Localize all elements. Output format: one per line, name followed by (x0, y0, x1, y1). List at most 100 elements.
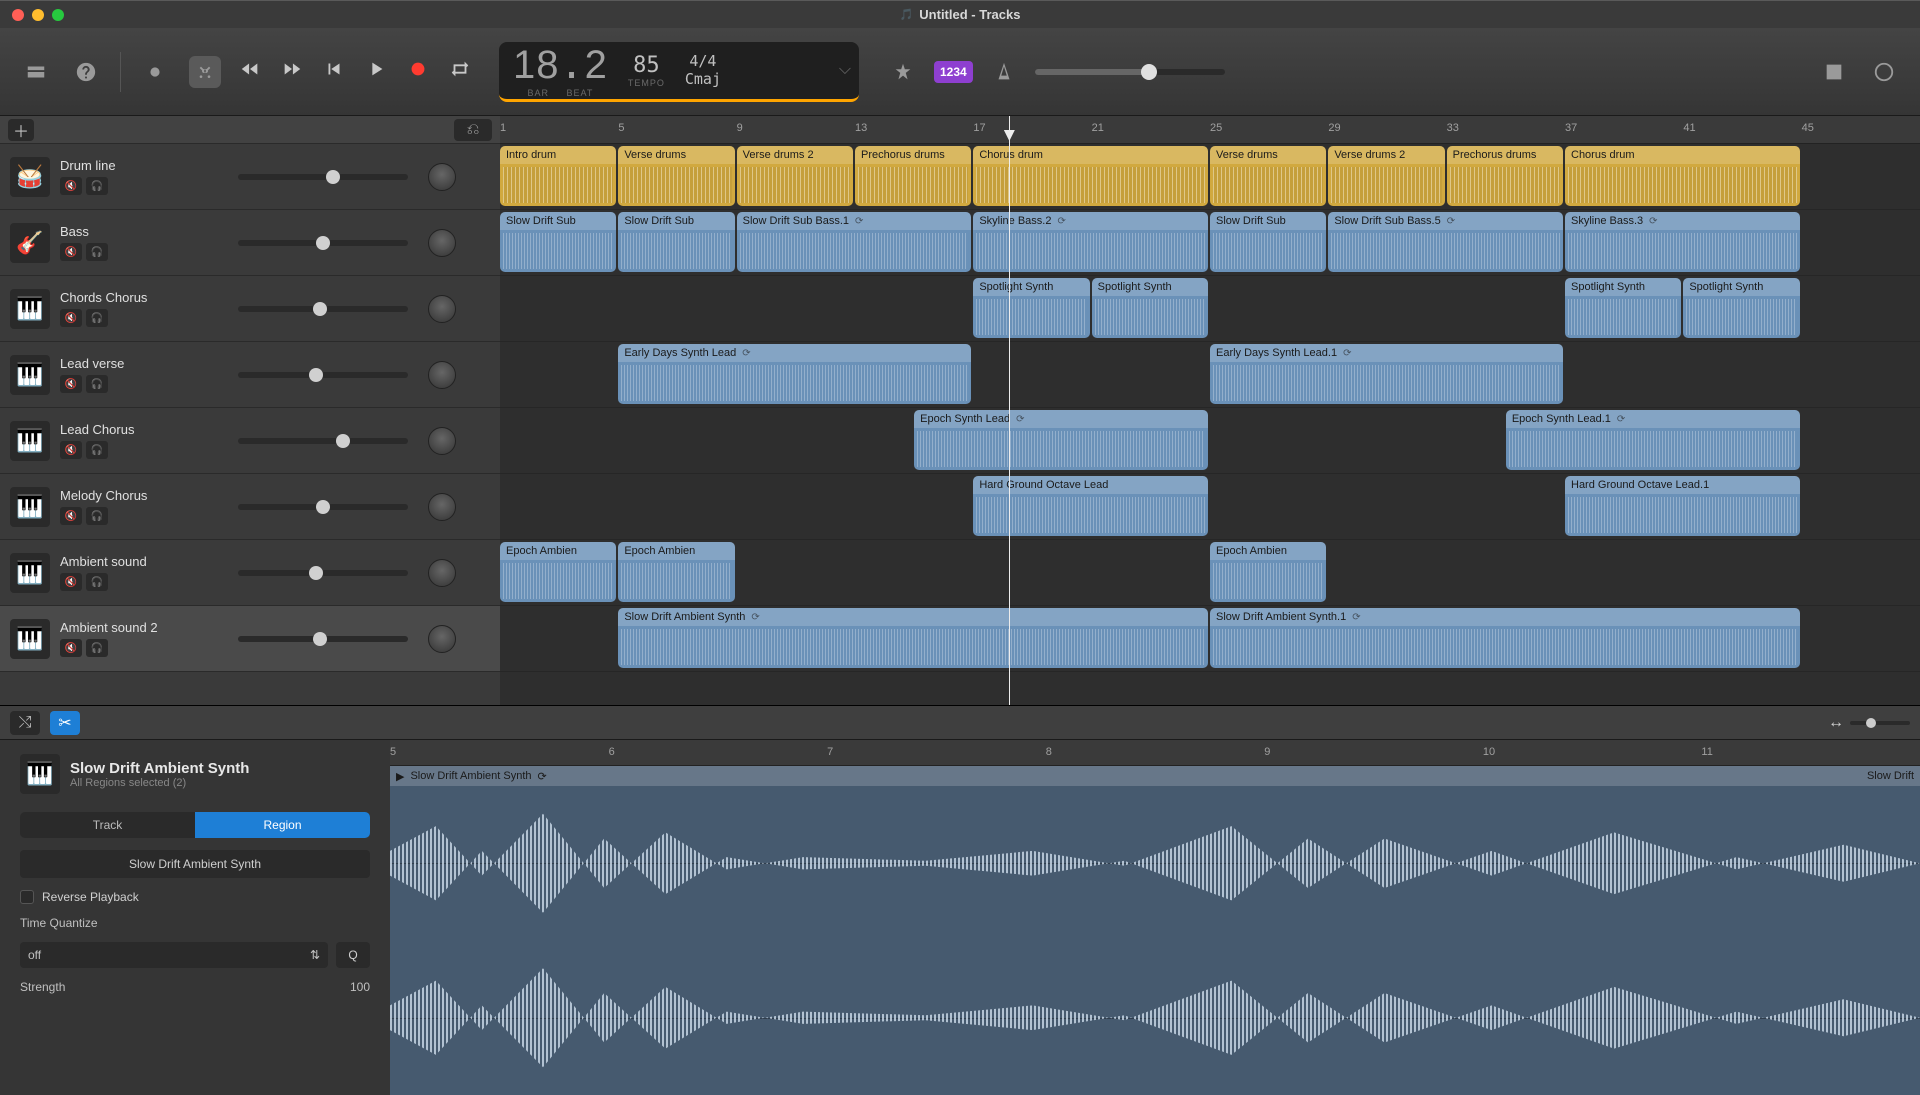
track-header[interactable]: 🎹 Chords Chorus 🔇 🎧 (0, 276, 500, 342)
tuner-icon[interactable] (887, 56, 919, 88)
region[interactable]: Skyline Bass.3 ⟳ (1565, 212, 1800, 272)
track-name[interactable]: Melody Chorus (60, 488, 220, 503)
track-lane[interactable]: Early Days Synth Lead ⟳ Early Days Synth … (500, 342, 1920, 408)
track-volume-slider[interactable] (238, 306, 408, 312)
track-pan-knob[interactable] (428, 361, 456, 389)
region[interactable]: Spotlight Synth (1565, 278, 1681, 338)
brightness-icon[interactable] (139, 56, 171, 88)
tab-track[interactable]: Track (20, 812, 195, 838)
region[interactable]: Epoch Ambien (618, 542, 734, 602)
track-pan-knob[interactable] (428, 229, 456, 257)
track-header[interactable]: 🎹 Ambient sound 2 🔇 🎧 (0, 606, 500, 672)
track-pan-knob[interactable] (428, 625, 456, 653)
checkbox-icon[interactable] (20, 890, 34, 904)
region[interactable]: Intro drum (500, 146, 616, 206)
chevron-down-icon[interactable]: ⌵ (839, 61, 851, 79)
reverse-playback-checkbox[interactable]: Reverse Playback (20, 890, 370, 904)
region[interactable]: Early Days Synth Lead.1 ⟳ (1210, 344, 1563, 404)
headphones-button[interactable]: 🎧 (86, 309, 108, 327)
play-clip-icon[interactable]: ▶ (396, 770, 404, 783)
record-button[interactable] (407, 58, 429, 85)
traffic-lights[interactable] (12, 9, 64, 21)
track-name[interactable]: Chords Chorus (60, 290, 220, 305)
track-header[interactable]: 🎹 Lead verse 🔇 🎧 (0, 342, 500, 408)
track-header[interactable]: 🎸 Bass 🔇 🎧 (0, 210, 500, 276)
track-lane[interactable]: Epoch AmbienEpoch AmbienEpoch Ambien (500, 540, 1920, 606)
mute-button[interactable]: 🔇 (60, 573, 82, 591)
track-lane[interactable]: Spotlight SynthSpotlight SynthSpotlight … (500, 276, 1920, 342)
region[interactable]: Slow Drift Sub (618, 212, 734, 272)
track-lane[interactable]: Epoch Synth Lead ⟳Epoch Synth Lead.1 ⟳ (500, 408, 1920, 474)
loop-browser-icon[interactable] (1868, 56, 1900, 88)
playhead[interactable] (1009, 116, 1010, 705)
region[interactable]: Epoch Ambien (1210, 542, 1326, 602)
go-to-start-button[interactable] (323, 58, 345, 85)
track-volume-slider[interactable] (238, 372, 408, 378)
add-track-button[interactable]: ＋ (8, 119, 34, 141)
bar-ruler[interactable]: 159131721252933374145 (500, 116, 1920, 144)
count-in-button[interactable]: 1234 (934, 61, 973, 83)
lcd-tempo[interactable]: 85 (633, 53, 660, 78)
help-icon[interactable] (70, 56, 102, 88)
track-name[interactable]: Lead verse (60, 356, 220, 371)
track-lane[interactable]: Intro drumVerse drumsVerse drums 2Precho… (500, 144, 1920, 210)
notepad-icon[interactable] (1818, 56, 1850, 88)
editor-shuffle-icon[interactable]: ⤭ (10, 711, 40, 735)
mute-button[interactable]: 🔇 (60, 441, 82, 459)
region[interactable]: Epoch Synth Lead.1 ⟳ (1506, 410, 1800, 470)
mute-button[interactable]: 🔇 (60, 177, 82, 195)
track-volume-slider[interactable] (238, 240, 408, 246)
waveform-editor[interactable]: 567891011 ▶ Slow Drift Ambient Synth ⟳ S… (390, 740, 1920, 1095)
region[interactable]: Prechorus drums (855, 146, 971, 206)
track-volume-slider[interactable] (238, 504, 408, 510)
rewind-button[interactable] (239, 58, 261, 85)
track-name[interactable]: Ambient sound (60, 554, 220, 569)
track-region-segmented[interactable]: Track Region (20, 812, 370, 838)
region[interactable]: Verse drums 2 (1328, 146, 1444, 206)
track-header[interactable]: 🎹 Lead Chorus 🔇 🎧 (0, 408, 500, 474)
region[interactable]: Spotlight Synth (973, 278, 1089, 338)
track-pan-knob[interactable] (428, 493, 456, 521)
track-name[interactable]: Bass (60, 224, 220, 239)
metronome-icon[interactable] (988, 56, 1020, 88)
region[interactable]: Slow Drift Sub (500, 212, 616, 272)
mute-button[interactable]: 🔇 (60, 243, 82, 261)
track-header[interactable]: 🥁 Drum line 🔇 🎧 (0, 144, 500, 210)
track-header[interactable]: 🎹 Melody Chorus 🔇 🎧 (0, 474, 500, 540)
library-icon[interactable] (20, 56, 52, 88)
track-volume-slider[interactable] (238, 636, 408, 642)
lcd-display[interactable]: 18.2 BAR BEAT 85 TEMPO 4/4 Cmaj ⌵ (499, 42, 859, 102)
zoom-window-icon[interactable] (52, 9, 64, 21)
headphones-button[interactable]: 🎧 (86, 375, 108, 393)
region[interactable]: Epoch Ambien (500, 542, 616, 602)
track-pan-knob[interactable] (428, 427, 456, 455)
region[interactable]: Verse drums 2 (737, 146, 853, 206)
track-lane[interactable]: Slow Drift SubSlow Drift SubSlow Drift S… (500, 210, 1920, 276)
region[interactable]: Chorus drum (1565, 146, 1800, 206)
track-lane[interactable]: Slow Drift Ambient Synth ⟳Slow Drift Amb… (500, 606, 1920, 672)
editor-zoom-slider[interactable]: ↔ (1828, 714, 1910, 732)
headphones-button[interactable]: 🎧 (86, 177, 108, 195)
editor-ruler[interactable]: 567891011 (390, 740, 1920, 766)
region[interactable]: Early Days Synth Lead ⟳ (618, 344, 971, 404)
scissors-icon[interactable] (189, 56, 221, 88)
quantize-select[interactable]: off ⇅ (20, 942, 328, 968)
track-pan-knob[interactable] (428, 163, 456, 191)
headphones-button[interactable]: 🎧 (86, 243, 108, 261)
track-name[interactable]: Lead Chorus (60, 422, 220, 437)
region[interactable]: Hard Ground Octave Lead.1 (1565, 476, 1800, 536)
arrangement-timeline[interactable]: 159131721252933374145 Intro drumVerse dr… (500, 116, 1920, 705)
region[interactable]: Slow Drift Sub (1210, 212, 1326, 272)
track-lane[interactable]: Hard Ground Octave LeadHard Ground Octav… (500, 474, 1920, 540)
automation-toggle-icon[interactable]: ⎌ (454, 119, 492, 141)
editor-clip-header[interactable]: ▶ Slow Drift Ambient Synth ⟳ Slow Drift (390, 766, 1920, 786)
headphones-button[interactable]: 🎧 (86, 441, 108, 459)
track-volume-slider[interactable] (238, 570, 408, 576)
tab-region[interactable]: Region (195, 812, 370, 838)
fast-forward-button[interactable] (281, 58, 303, 85)
mute-button[interactable]: 🔇 (60, 309, 82, 327)
lcd-key[interactable]: Cmaj (685, 70, 721, 88)
play-button[interactable] (365, 58, 387, 85)
mute-button[interactable]: 🔇 (60, 639, 82, 657)
track-name[interactable]: Drum line (60, 158, 220, 173)
